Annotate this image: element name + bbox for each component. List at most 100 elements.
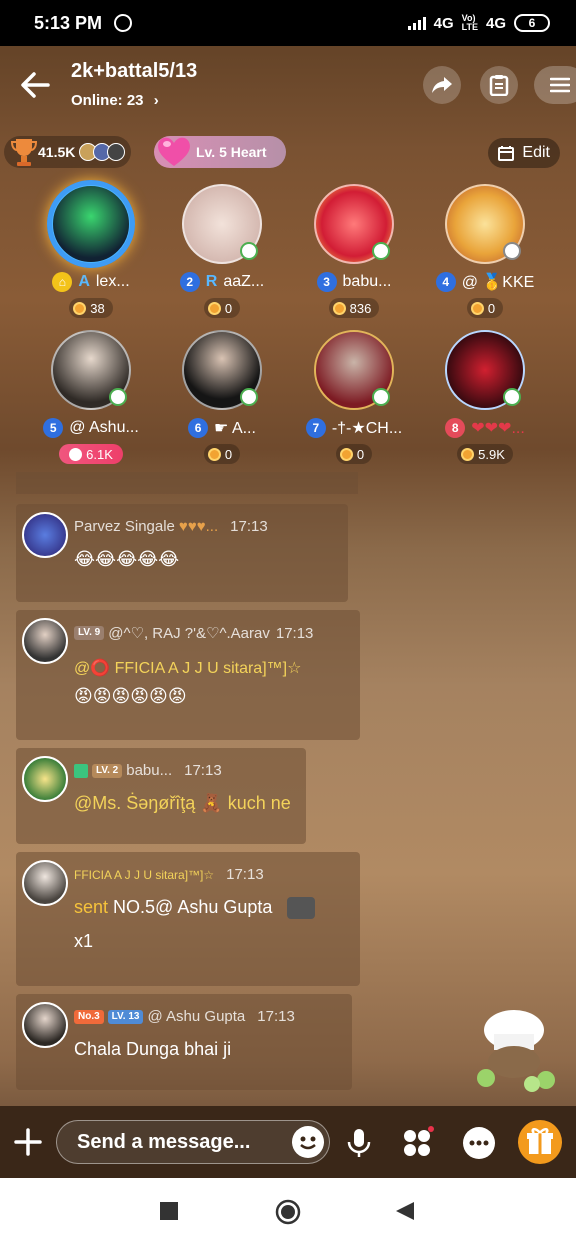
seat-points: 836: [328, 298, 380, 318]
message-bubble-edge: [16, 472, 358, 494]
online-count[interactable]: Online: 23 ›: [71, 92, 159, 109]
network-label-2: 4G: [485, 14, 506, 32]
more-icon[interactable]: [462, 1126, 496, 1160]
seat-4[interactable]: 4 @ 🥇KKE 0: [420, 184, 550, 320]
rank-badge: No.3: [74, 1009, 104, 1024]
share-button[interactable]: [423, 66, 461, 104]
sender-name[interactable]: @^♡, RAJ ?'&♡^.Aarav: [108, 624, 270, 642]
seat-points-value: 6.1K: [86, 446, 113, 462]
seat-prefix: A: [78, 273, 90, 290]
sender-name[interactable]: babu...: [126, 762, 172, 779]
chat-message[interactable]: Parvez Singale ♥♥♥... 17:13 😂😂😂😂😂: [16, 504, 348, 602]
message-time: 17:13: [226, 866, 264, 883]
menu-button[interactable]: [534, 66, 576, 104]
battery-level: 6: [528, 16, 536, 30]
apps-icon[interactable]: [400, 1126, 434, 1160]
message-gift-target: NO.5@ Ashu Gupta: [108, 897, 273, 917]
seat-name: @ Ashu...: [69, 419, 139, 436]
message-meta: No.3 LV. 13 @ Ashu Gupta 17:13: [74, 1008, 344, 1025]
level-badge: LV. 2: [92, 763, 123, 778]
avatar[interactable]: [22, 860, 68, 906]
chat-message[interactable]: LV. 2 babu... 17:13 @Ms. Ṡәŋøřîţą 🧸 kuch…: [16, 748, 306, 844]
seat-7[interactable]: 7 -†-★CH... 0: [289, 330, 419, 466]
seat-points-value: 5.9K: [478, 446, 505, 462]
calendar-edit-icon: [498, 146, 515, 161]
level-badge: LV. 13: [107, 1009, 144, 1024]
avatar[interactable]: [22, 756, 68, 802]
message-text: sent NO.5@ Ashu Gupta: [74, 897, 352, 920]
room-stats: 41.5K Lv. 5 Heart Edit: [0, 132, 576, 174]
chat-message[interactable]: FFICIA A J J U sitara]™]☆ 17:13 sent NO.…: [16, 852, 360, 986]
message-input[interactable]: [56, 1120, 330, 1164]
seat-points-value: 0: [356, 446, 365, 462]
seat-8[interactable]: 8 ❤❤❤... 5.9K: [420, 330, 550, 466]
back-arrow-icon[interactable]: [18, 70, 52, 100]
message-sent-label: sent: [74, 897, 109, 917]
home-button[interactable]: [275, 1199, 301, 1225]
avatar: [445, 330, 525, 410]
message-time: 17:13: [230, 518, 268, 535]
share-icon: [432, 77, 452, 93]
trophy-pill[interactable]: 41.5K: [4, 136, 132, 168]
seat-2[interactable]: 2 R aaZ... 0: [157, 184, 287, 320]
clipboard-button[interactable]: [480, 66, 518, 104]
chat-message[interactable]: LV. 9 @^♡, RAJ ?'&♡^.Aarav 17:13 @⭕ FFIC…: [16, 610, 360, 740]
avatar[interactable]: [22, 618, 68, 664]
back-button[interactable]: [396, 1202, 414, 1220]
avatar: [445, 184, 525, 264]
seat-name-row: 5 @ Ashu...: [26, 418, 156, 438]
seat-number: 7: [305, 418, 326, 438]
seat-1[interactable]: ⌂ A lex... 38: [26, 180, 156, 320]
seat-points: 38: [69, 298, 113, 318]
plus-icon[interactable]: [14, 1128, 42, 1156]
gift-badge-icon: [69, 447, 83, 461]
smiley-icon: [300, 1136, 316, 1150]
avatar: [182, 184, 262, 264]
avatar: [47, 180, 135, 268]
chat-message[interactable]: No.3 LV. 13 @ Ashu Gupta 17:13 Chala Dun…: [16, 994, 352, 1090]
seat-name-row: 4 @ 🥇KKE: [420, 272, 550, 292]
avatar[interactable]: [22, 512, 68, 558]
seat-name-row: 8 ❤❤❤...: [420, 418, 550, 438]
hearts-badge-icon: ♥♥♥...: [178, 518, 219, 535]
seat-5[interactable]: 5 @ Ashu... 6.1K: [26, 330, 156, 466]
coin-icon: [207, 301, 221, 315]
room-title: 2k+battal5/13: [71, 60, 198, 82]
mic-icon: [240, 242, 258, 260]
edit-label: Edit: [522, 144, 550, 161]
message-text: @Ms. Ṡәŋøřîţą 🧸 kuch ne: [74, 793, 291, 813]
chevron-right-icon: ›: [153, 92, 159, 109]
recents-button[interactable]: [160, 1202, 178, 1220]
gift-button[interactable]: [518, 1120, 562, 1164]
network-label-1: 4G: [433, 14, 454, 32]
seat-name-row: 6 ☛ A...: [157, 418, 287, 438]
alarm-icon: [114, 14, 133, 32]
emoji-button[interactable]: [292, 1126, 324, 1158]
seat-6[interactable]: 6 ☛ A... 0: [157, 330, 287, 466]
seat-points: 0: [466, 298, 504, 318]
seat-name: ☛ A...: [214, 420, 256, 437]
sender-name[interactable]: Parvez Singale: [74, 518, 175, 535]
chef-hat-icon: [477, 1010, 555, 1092]
online-label: Online: 23: [71, 92, 144, 109]
avatar: [182, 330, 262, 410]
trophy-icon: [10, 139, 38, 166]
heart-level-pill[interactable]: Lv. 5 Heart: [154, 136, 286, 168]
seat-3[interactable]: 3 babu... 836: [289, 184, 419, 320]
mic-icon: [503, 242, 521, 260]
seat-name: aaZ...: [223, 273, 265, 290]
sender-name[interactable]: @ Ashu Gupta: [147, 1008, 245, 1025]
seat-name-row: 7 -†-★CH...: [289, 418, 419, 438]
menu-icon: [550, 77, 570, 93]
avatar[interactable]: [22, 1002, 68, 1048]
message-text-line-2: 😡😡😡😡😡😡: [74, 686, 187, 706]
microphone-icon[interactable]: [342, 1126, 376, 1160]
message-text: 😂😂😂😂😂: [74, 549, 180, 569]
chef-mascot-button[interactable]: [466, 1004, 562, 1096]
seat-number: 8: [445, 418, 466, 438]
seat-number: 5: [43, 418, 64, 438]
seat-points: 5.9K: [457, 444, 513, 464]
sender-name[interactable]: FFICIA A J J U sitara]™]☆: [74, 868, 214, 882]
edit-button[interactable]: Edit: [488, 138, 560, 168]
seat-name: babu...: [342, 273, 392, 290]
